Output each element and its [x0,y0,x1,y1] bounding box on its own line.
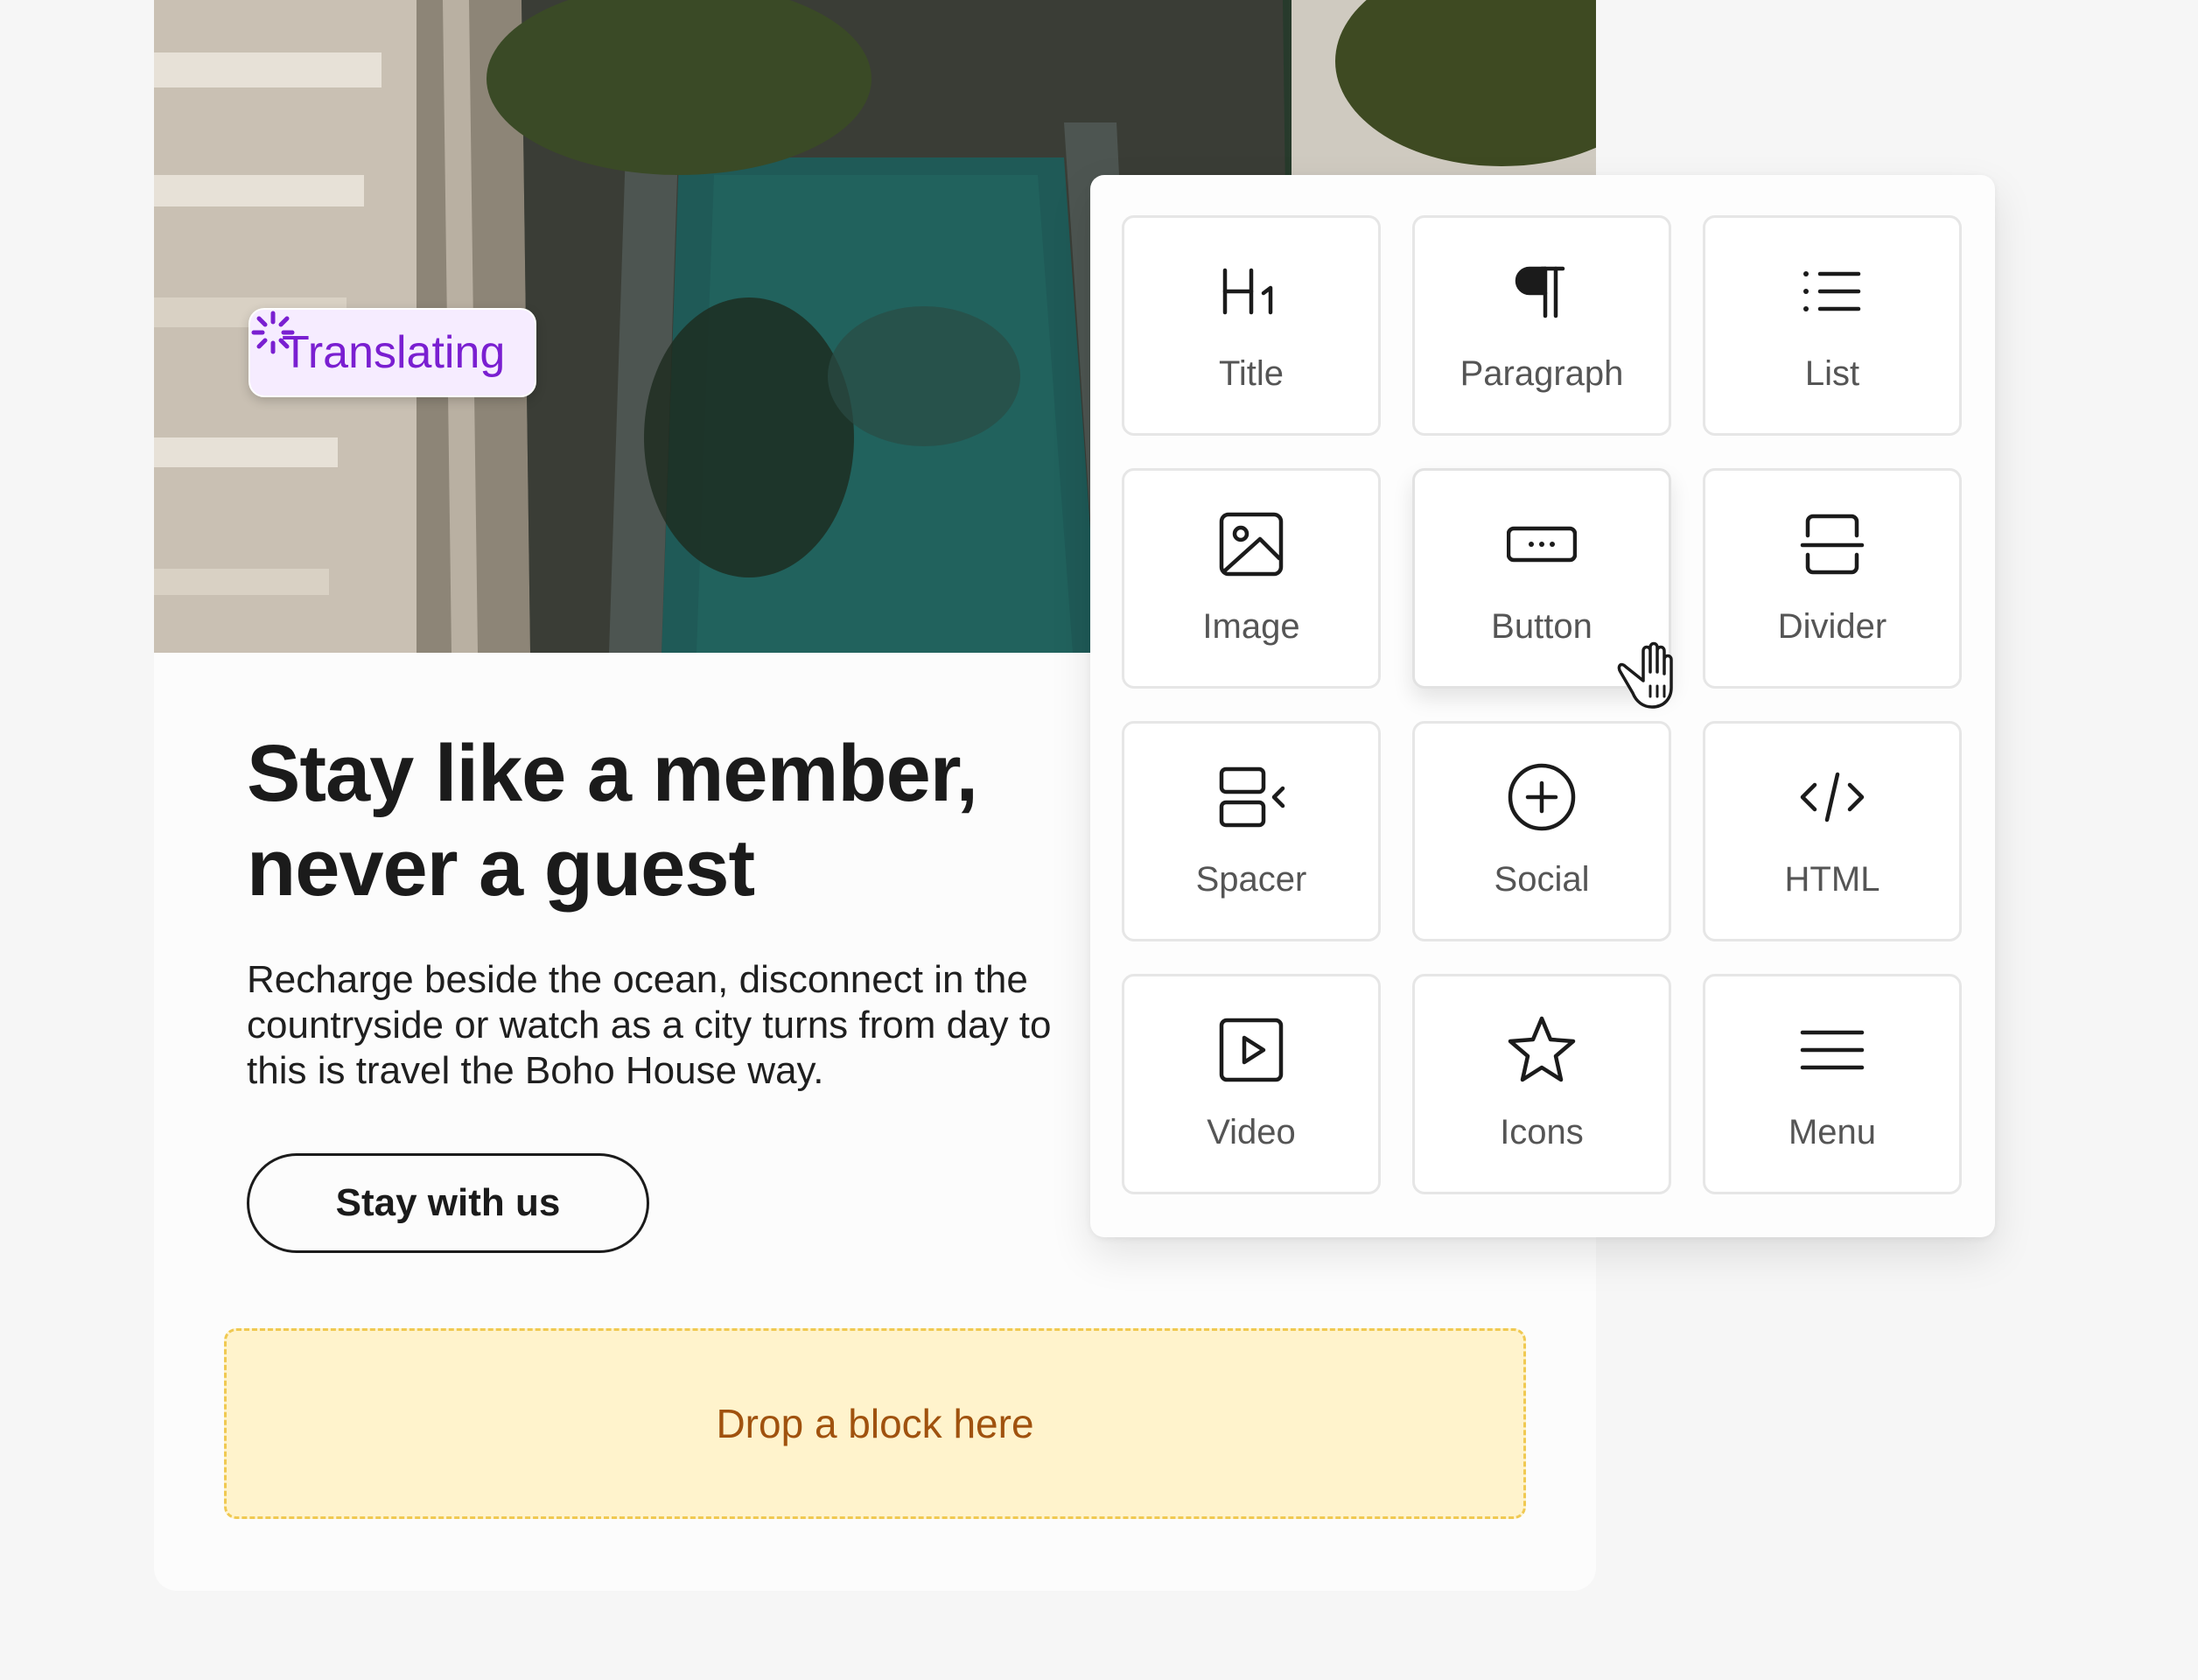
block-title-label: Title [1218,354,1284,393]
block-icons[interactable]: Icons [1412,974,1671,1194]
block-list-label: List [1804,354,1860,393]
drop-zone-label: Drop a block here [716,1401,1034,1446]
block-spacer-label: Spacer [1195,860,1307,899]
video-icon [1216,1015,1286,1085]
email-headline[interactable]: Stay like a member, never a guest [247,726,1209,915]
pilcrow-icon [1507,256,1577,326]
block-paragraph-label: Paragraph [1460,354,1624,393]
block-image[interactable]: Image [1122,468,1381,689]
spacer-icon [1216,762,1286,832]
hand-cursor-icon [1617,641,1673,709]
block-picker-panel: Title Paragraph List Image Button Divide… [1090,175,1995,1237]
body-line-1: Recharge beside the ocean, disconnect in… [247,958,1028,1001]
block-video[interactable]: Video [1122,974,1381,1194]
body-line-3: this is travel the Boho House way. [247,1049,824,1092]
block-html-label: HTML [1784,860,1880,899]
stay-with-us-button[interactable]: Stay with us [247,1153,649,1253]
star-icon [1507,1015,1577,1085]
block-spacer[interactable]: Spacer [1122,721,1381,942]
block-html[interactable]: HTML [1703,721,1962,942]
email-body-text[interactable]: Recharge beside the ocean, disconnect in… [247,957,1209,1094]
block-menu[interactable]: Menu [1703,974,1962,1194]
body-line-2: countryside or watch as a city turns fro… [247,1004,1052,1046]
block-divider[interactable]: Divider [1703,468,1962,689]
menu-icon [1797,1015,1867,1085]
block-paragraph[interactable]: Paragraph [1412,215,1671,436]
block-image-label: Image [1202,607,1300,646]
block-divider-label: Divider [1777,607,1887,646]
block-title[interactable]: Title [1122,215,1381,436]
heading-icon [1216,256,1286,326]
spinner-icon [251,311,295,354]
button-icon [1507,509,1577,579]
code-icon [1797,762,1867,832]
block-menu-label: Menu [1788,1113,1877,1152]
headline-line-2: never a guest [247,823,755,913]
block-social-label: Social [1494,860,1590,899]
block-social[interactable]: Social [1412,721,1671,942]
block-list[interactable]: List [1703,215,1962,436]
image-icon [1216,509,1286,579]
headline-line-1: Stay like a member, [247,729,978,818]
divider-icon [1797,509,1867,579]
drop-zone[interactable]: Drop a block here [224,1328,1526,1519]
list-icon [1797,256,1867,326]
status-badge-label: Translating [282,327,506,378]
block-video-label: Video [1207,1113,1296,1152]
block-icons-label: Icons [1500,1113,1584,1152]
plus-circle-icon [1507,762,1577,832]
status-badge: Translating [248,308,537,397]
